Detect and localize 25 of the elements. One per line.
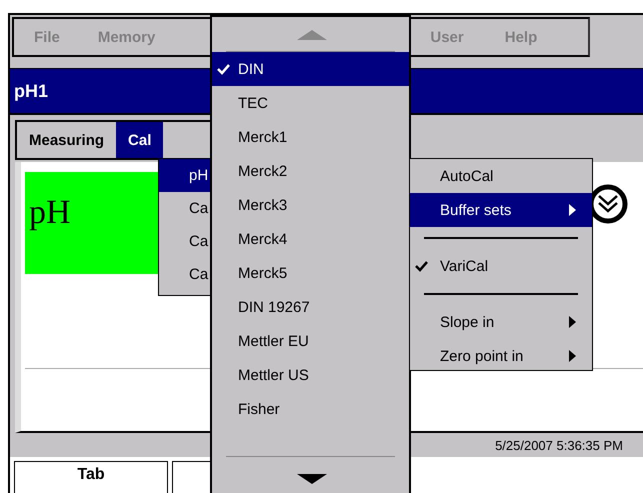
menu-item[interactable]: Buffer sets: [410, 193, 592, 227]
bottom-tab[interactable]: Tab: [14, 461, 168, 493]
menu-item[interactable]: Slope in: [410, 305, 592, 339]
menu-item[interactable]: DIN 19267: [212, 290, 409, 324]
submenu-arrow-icon: [569, 316, 576, 328]
menu-item[interactable]: AutoCal: [410, 159, 592, 193]
check-icon: [415, 261, 428, 272]
menu-item[interactable]: Merck4: [212, 222, 409, 256]
menu-item[interactable]: VariCal: [410, 249, 592, 283]
check-icon: [217, 64, 230, 75]
menu-item[interactable]: Zero point in: [410, 339, 592, 373]
submenu-arrow-icon: [569, 204, 576, 216]
window-title: pH1: [13, 80, 48, 102]
menu-item[interactable]: Merck5: [212, 256, 409, 290]
menu-item[interactable]: Mettler EU: [212, 324, 409, 358]
menu-item[interactable]: Merck1: [212, 120, 409, 154]
menu-item[interactable]: DIN: [212, 52, 409, 86]
tab[interactable]: Cal: [116, 122, 164, 158]
menu-item[interactable]: TEC: [212, 86, 409, 120]
menu-item[interactable]: Fisher: [212, 392, 409, 426]
menu-item[interactable]: Mettler US: [212, 358, 409, 392]
scroll-down-icon[interactable]: [297, 474, 327, 484]
submenu-arrow-icon: [569, 350, 576, 362]
unit-label: pH: [29, 194, 71, 232]
date-time: 5/25/2007 5:36:35 PM: [495, 438, 623, 452]
